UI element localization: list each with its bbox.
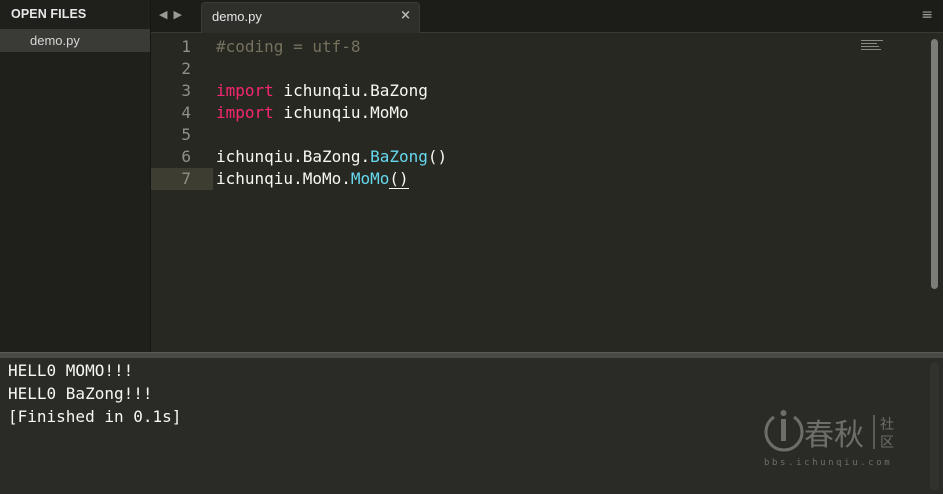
code-token-comment: #coding = utf-8: [216, 37, 361, 56]
output-scrollbar[interactable]: [930, 362, 939, 490]
line-number: 2: [181, 59, 191, 78]
sidebar-file-label: demo.py: [30, 33, 80, 48]
code-token-plain: (): [427, 147, 448, 166]
code-token-call: BaZong: [370, 147, 428, 166]
code-token-paren: (): [389, 169, 409, 189]
code-token-keyword: import: [216, 81, 274, 100]
code-line[interactable]: ichunqiu.BaZong.BaZong(): [216, 146, 447, 168]
code-token-plain: ichunqiu.BaZong: [273, 81, 428, 100]
output-line: HELL0 MOMO!!!: [8, 361, 134, 380]
code-line[interactable]: import ichunqiu.MoMo: [216, 102, 409, 124]
tab-label: demo.py: [212, 9, 262, 24]
line-number: 7: [181, 169, 191, 188]
code-token-call: MoMo: [350, 169, 390, 188]
watermark-community-2: 区: [880, 435, 894, 451]
code-token-plain: ichunqiu.MoMo: [273, 103, 409, 122]
code-editor[interactable]: 1 2 3 4 5 6 7 #coding = utf-8 import ichunqiu.B…: [151, 33, 943, 352]
tab-bar: ◀▶ demo.py × ≡: [151, 0, 943, 33]
code-token-keyword: import: [216, 103, 274, 122]
line-number: 3: [181, 81, 191, 100]
menu-icon[interactable]: ≡: [921, 7, 933, 23]
code-token-plain: ichunqiu.MoMo.: [216, 169, 351, 188]
code-token-plain: ichunqiu.BaZong.: [216, 147, 371, 166]
code-line[interactable]: ichunqiu.MoMo.MoMo(): [216, 168, 409, 190]
output-line: HELL0 BaZong!!!: [8, 384, 153, 403]
sidebar: OPEN FILES demo.py: [0, 0, 151, 352]
line-number: 6: [181, 147, 191, 166]
watermark-url: bbs.ichunqiu.com: [764, 458, 892, 468]
forward-arrow-icon[interactable]: ▶: [173, 8, 187, 21]
code-line[interactable]: #coding = utf-8: [216, 36, 361, 58]
minimap[interactable]: [861, 40, 885, 54]
editor-scrollbar[interactable]: [931, 39, 938, 289]
sidebar-file-demo-py[interactable]: demo.py: [0, 29, 150, 52]
close-icon[interactable]: ×: [400, 8, 411, 23]
back-arrow-icon[interactable]: ◀: [159, 8, 173, 21]
tab-demo-py[interactable]: demo.py ×: [201, 2, 420, 33]
line-number: 1: [181, 37, 191, 56]
line-number: 4: [181, 103, 191, 122]
open-files-header: OPEN FILES: [11, 7, 87, 21]
tab-navigation: ◀▶: [159, 8, 188, 21]
code-line[interactable]: import ichunqiu.BaZong: [216, 80, 428, 102]
ichunqiu-watermark-logo: 春秋 社 区 bbs.ichunqiu.com: [764, 410, 894, 468]
watermark-brand: 春秋: [804, 418, 864, 453]
output-line: [Finished in 0.1s]: [8, 407, 182, 426]
line-number: 5: [181, 125, 191, 144]
watermark-community-1: 社: [880, 417, 894, 433]
line-number-gutter: 1 2 3 4 5 6 7: [151, 33, 209, 352]
